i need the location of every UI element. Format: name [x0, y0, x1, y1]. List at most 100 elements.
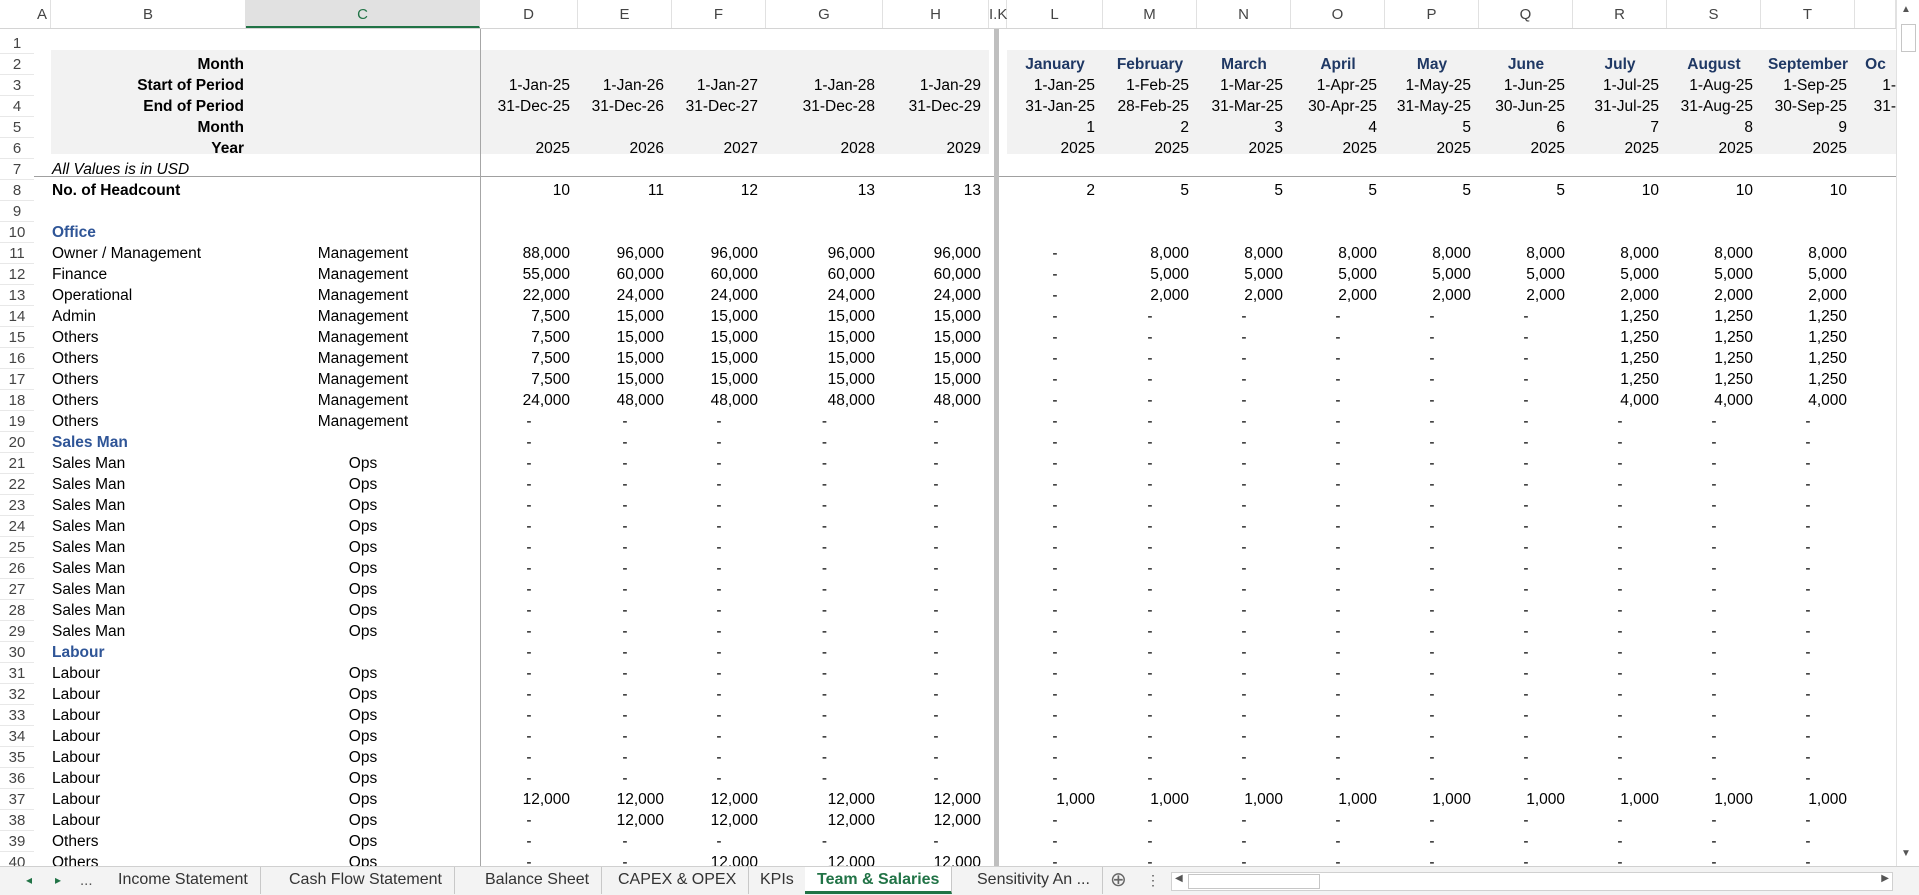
cell-g[interactable]: 15,000 [766, 327, 875, 348]
cell-h[interactable]: - [883, 474, 989, 495]
cell-m[interactable]: 28-Feb-25 [1103, 96, 1189, 117]
cell-h[interactable]: 12,000 [883, 852, 981, 866]
cell-l[interactable]: - [1007, 831, 1103, 852]
cell-o[interactable]: - [1291, 852, 1385, 866]
add-sheet-icon[interactable]: ⊕ [1110, 867, 1127, 894]
cell-f[interactable]: - [672, 747, 766, 768]
cell-p[interactable]: 5 [1385, 180, 1471, 201]
cell-o[interactable]: - [1291, 453, 1385, 474]
cell-e[interactable]: - [578, 726, 672, 747]
cell-l[interactable]: January [1007, 54, 1103, 75]
row-label-cell[interactable]: Sales Man [52, 474, 247, 495]
cell-l[interactable]: - [1007, 747, 1103, 768]
cell-l[interactable]: - [1007, 537, 1103, 558]
cell-p[interactable]: - [1385, 663, 1479, 684]
cell-n[interactable]: 5 [1197, 180, 1283, 201]
cell-l[interactable]: 1 [1007, 117, 1095, 138]
cell-r[interactable]: 1,250 [1573, 327, 1659, 348]
cell-s[interactable]: 1,000 [1667, 789, 1753, 810]
cell-m[interactable]: - [1103, 474, 1197, 495]
cell-d[interactable]: - [480, 768, 578, 789]
cell-t[interactable]: 30-Sep-25 [1761, 96, 1847, 117]
cell-m[interactable]: 5 [1103, 180, 1189, 201]
cell-s[interactable]: - [1667, 432, 1761, 453]
cell-c[interactable]: Ops [246, 516, 480, 537]
cell-f[interactable]: - [672, 726, 766, 747]
cell-q[interactable]: 5,000 [1479, 264, 1565, 285]
cell-q[interactable]: - [1479, 621, 1573, 642]
cell-e[interactable]: - [578, 579, 672, 600]
cell-e[interactable]: - [578, 663, 672, 684]
cell-q[interactable]: - [1479, 558, 1573, 579]
cell-h[interactable]: - [883, 516, 989, 537]
cell-p[interactable]: 1,000 [1385, 789, 1471, 810]
cell-r[interactable]: - [1573, 852, 1667, 866]
cell-q[interactable]: 1-Jun-25 [1479, 75, 1565, 96]
cell-g[interactable]: - [766, 768, 883, 789]
cell-d[interactable]: 31-Dec-25 [480, 96, 570, 117]
cell-d[interactable]: 7,500 [480, 306, 570, 327]
cell-e[interactable]: - [578, 432, 672, 453]
cell-l[interactable]: - [1007, 453, 1103, 474]
cell-h[interactable]: 2029 [883, 138, 981, 159]
cell-h[interactable]: 15,000 [883, 348, 981, 369]
cell-f[interactable]: - [672, 642, 766, 663]
cell-n[interactable]: - [1197, 768, 1291, 789]
cell-n[interactable]: 8,000 [1197, 243, 1283, 264]
cell-s[interactable]: - [1667, 621, 1761, 642]
cell-t[interactable]: September [1761, 54, 1855, 75]
row-label-cell[interactable]: End of Period [51, 96, 244, 117]
cell-n[interactable]: - [1197, 306, 1291, 327]
row-header[interactable]: 13 [0, 285, 34, 306]
row-label-cell[interactable]: Labour [52, 789, 247, 810]
cell-g[interactable]: - [766, 642, 883, 663]
cell-h[interactable]: 15,000 [883, 327, 981, 348]
cell-g[interactable]: 15,000 [766, 306, 875, 327]
cell-q[interactable]: June [1479, 54, 1573, 75]
cell-q[interactable]: - [1479, 810, 1573, 831]
cell-t[interactable]: - [1761, 810, 1855, 831]
cell-l[interactable]: - [1007, 705, 1103, 726]
cell-g[interactable]: 31-Dec-28 [766, 96, 875, 117]
cell-d[interactable]: - [480, 642, 578, 663]
cell-o[interactable]: 5,000 [1291, 264, 1377, 285]
cell-t[interactable]: - [1761, 516, 1855, 537]
cell-p[interactable]: - [1385, 705, 1479, 726]
cell-o[interactable]: 5 [1291, 180, 1377, 201]
cell-n[interactable]: - [1197, 327, 1291, 348]
cell-m[interactable]: - [1103, 516, 1197, 537]
cell-q[interactable]: - [1479, 684, 1573, 705]
row-label-cell[interactable]: Sales Man [52, 495, 247, 516]
row-header[interactable]: 25 [0, 537, 34, 558]
cell-c[interactable]: Ops [246, 810, 480, 831]
cell-s[interactable]: - [1667, 663, 1761, 684]
cell-q[interactable]: - [1479, 663, 1573, 684]
cell-d[interactable]: - [480, 747, 578, 768]
cell-g[interactable]: 48,000 [766, 390, 875, 411]
cell-r[interactable]: - [1573, 432, 1667, 453]
cell-p[interactable]: 5,000 [1385, 264, 1471, 285]
cell-n[interactable]: - [1197, 663, 1291, 684]
column-headers[interactable]: A B C D E F G H I.K L M N O P Q R S T [0, 0, 1896, 29]
cell-m[interactable]: February [1103, 54, 1197, 75]
cell-s[interactable]: 2025 [1667, 138, 1753, 159]
cell-o[interactable]: - [1291, 537, 1385, 558]
cell-p[interactable]: - [1385, 348, 1479, 369]
cell-r[interactable]: - [1573, 726, 1667, 747]
cell-s[interactable]: - [1667, 453, 1761, 474]
cell-r[interactable]: 1,250 [1573, 348, 1659, 369]
row-label-cell[interactable]: No. of Headcount [52, 180, 247, 201]
cell-n[interactable]: - [1197, 474, 1291, 495]
cell-s[interactable]: 5,000 [1667, 264, 1753, 285]
cell-g[interactable]: - [766, 663, 883, 684]
cell-m[interactable]: - [1103, 453, 1197, 474]
cell-t[interactable]: 1-Sep-25 [1761, 75, 1847, 96]
column-header-u[interactable] [1855, 0, 1896, 28]
cell-g[interactable]: 13 [766, 180, 875, 201]
cell-r[interactable]: - [1573, 747, 1667, 768]
cell-t[interactable]: 1,000 [1761, 789, 1847, 810]
cell-f[interactable]: - [672, 600, 766, 621]
cell-u[interactable]: Oc [1855, 54, 1896, 75]
cell-h[interactable]: 13 [883, 180, 981, 201]
row-header[interactable]: 36 [0, 768, 34, 789]
